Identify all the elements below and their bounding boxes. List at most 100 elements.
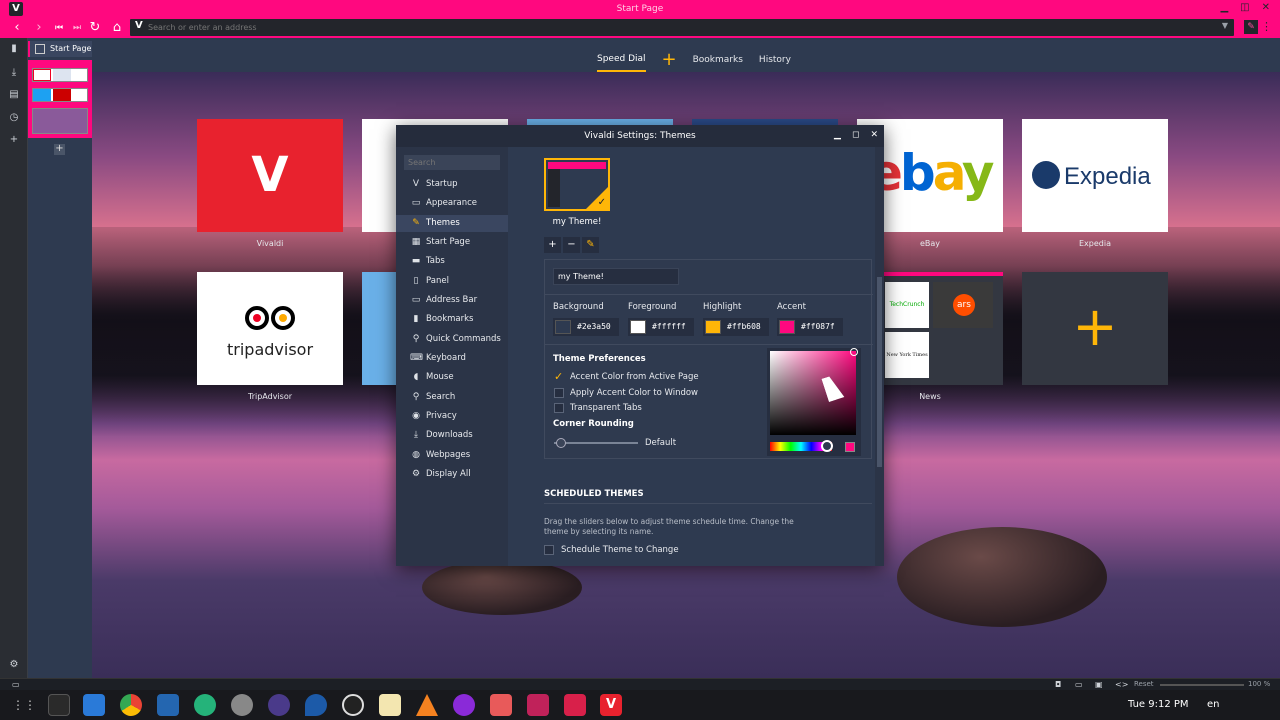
camera-icon[interactable]: ◘ bbox=[1055, 680, 1061, 689]
code-icon[interactable]: <> bbox=[1115, 680, 1128, 689]
sidebar-item-privacy[interactable]: ◉ Privacy bbox=[396, 408, 508, 425]
hue-handle[interactable] bbox=[821, 440, 833, 452]
theme-name-input[interactable] bbox=[553, 268, 679, 285]
extension-icon[interactable]: ✎ bbox=[1244, 20, 1258, 34]
home-icon[interactable]: ⌂ bbox=[108, 19, 126, 37]
foreground-color-field[interactable]: #ffffff bbox=[628, 318, 694, 336]
tab-history[interactable]: History bbox=[759, 55, 791, 65]
slider-handle[interactable] bbox=[556, 438, 566, 448]
sidebar-item-start-page[interactable]: ▦ Start Page bbox=[396, 234, 508, 251]
add-speed-dial-icon[interactable]: + bbox=[662, 51, 677, 69]
sidebar-item-panel[interactable]: ▯ Panel bbox=[396, 273, 508, 290]
sidebar-item-address-bar[interactable]: ▭ Address Bar bbox=[396, 292, 508, 309]
speed-dial-vivaldi[interactable]: V bbox=[197, 119, 343, 232]
settings-search-input[interactable] bbox=[404, 155, 500, 170]
notes-app-icon[interactable] bbox=[379, 694, 401, 716]
minimize-icon[interactable]: ▁ bbox=[1220, 2, 1228, 13]
theme-thumbnail[interactable]: ✓ bbox=[544, 158, 610, 211]
accent-from-page-checkbox[interactable]: ✓ bbox=[554, 371, 564, 382]
background-color-field[interactable]: #2e3a50 bbox=[553, 318, 619, 336]
tiling-icon[interactable]: ▭ bbox=[1075, 680, 1083, 689]
tab-stack-item[interactable] bbox=[32, 108, 88, 134]
chevron-down-icon[interactable]: ▼ bbox=[1222, 21, 1228, 30]
terminal-icon[interactable] bbox=[48, 694, 70, 716]
tab-stack[interactable] bbox=[28, 60, 92, 138]
minimize-icon[interactable]: ▁ bbox=[834, 130, 841, 140]
app-grid-icon[interactable]: ⋮⋮ bbox=[12, 694, 36, 716]
maximize-icon[interactable]: ◫ bbox=[1240, 2, 1249, 13]
accent-color-field[interactable]: #ff087f bbox=[777, 318, 843, 336]
app-icon[interactable] bbox=[527, 694, 549, 716]
accent-to-window-checkbox[interactable] bbox=[554, 388, 564, 398]
site-info-icon[interactable]: V bbox=[135, 20, 143, 31]
edit-theme-button[interactable]: ✎ bbox=[582, 237, 599, 253]
media-player-icon[interactable] bbox=[453, 694, 475, 716]
sidebar-item-webpages[interactable]: ◍ Webpages bbox=[396, 447, 508, 464]
sidebar-item-tabs[interactable]: ▬ Tabs bbox=[396, 253, 508, 270]
sidebar-item-quick-commands[interactable]: ⚲ Quick Commands bbox=[396, 331, 508, 348]
keyboard-layout[interactable]: en bbox=[1207, 699, 1220, 710]
new-tab-button[interactable]: + bbox=[54, 144, 65, 155]
notes-panel-icon[interactable]: ▤ bbox=[7, 88, 21, 102]
spotify-icon[interactable] bbox=[194, 694, 216, 716]
tab-start-page[interactable]: Start Page bbox=[28, 41, 92, 57]
corner-rounding-slider[interactable] bbox=[554, 438, 638, 448]
add-speed-dial-button[interactable]: + bbox=[1022, 272, 1168, 385]
vscode-icon[interactable] bbox=[157, 694, 179, 716]
close-icon[interactable]: ✕ bbox=[1262, 2, 1270, 13]
bookmarks-panel-icon[interactable]: ▮ bbox=[7, 42, 21, 56]
clock[interactable]: Tue 9:12 PM bbox=[1128, 699, 1189, 710]
tab-speed-dial[interactable]: Speed Dial bbox=[597, 54, 646, 72]
fast-forward-icon[interactable]: ⏭ bbox=[68, 19, 86, 37]
zoom-slider[interactable] bbox=[1160, 684, 1244, 686]
sidebar-item-bookmarks[interactable]: ▮ Bookmarks bbox=[396, 311, 508, 328]
obs-icon[interactable] bbox=[342, 694, 364, 716]
sidebar-item-appearance[interactable]: ▭ Appearance bbox=[396, 195, 508, 212]
add-theme-button[interactable]: + bbox=[544, 237, 561, 253]
more-icon[interactable]: ⋮ bbox=[1261, 20, 1272, 33]
add-panel-icon[interactable]: + bbox=[7, 133, 21, 147]
schedule-theme-checkbox[interactable] bbox=[544, 545, 554, 555]
image-icon[interactable]: ▣ bbox=[1095, 680, 1103, 689]
tab-stack-item[interactable] bbox=[32, 68, 88, 82]
sidebar-item-keyboard[interactable]: ⌨ Keyboard bbox=[396, 350, 508, 367]
panel-toggle-icon[interactable]: ▭ bbox=[12, 680, 20, 689]
vivaldi-taskbar-icon[interactable]: V bbox=[600, 694, 622, 716]
transparent-tabs-checkbox[interactable] bbox=[554, 403, 564, 413]
zoom-reset-button[interactable]: Reset bbox=[1134, 680, 1154, 688]
sidebar-item-startup[interactable]: V Startup bbox=[396, 176, 508, 193]
settings-gear-icon[interactable]: ⚙ bbox=[7, 658, 21, 672]
speed-dial-tripadvisor[interactable]: tripadvisor bbox=[197, 272, 343, 385]
sidebar-item-themes[interactable]: ✎ Themes bbox=[396, 215, 508, 232]
highlight-color-field[interactable]: #ffb608 bbox=[703, 318, 769, 336]
downloads-panel-icon[interactable]: ⤓ bbox=[7, 66, 21, 80]
back-icon[interactable]: ‹ bbox=[8, 19, 26, 37]
camera-app-icon[interactable] bbox=[490, 694, 512, 716]
history-panel-icon[interactable]: ◷ bbox=[7, 111, 21, 125]
vlc-icon[interactable] bbox=[416, 694, 438, 716]
files-icon[interactable] bbox=[83, 694, 105, 716]
tab-stack-item[interactable] bbox=[32, 88, 88, 102]
reload-icon[interactable]: ↻ bbox=[86, 19, 104, 37]
rewind-icon[interactable]: ⏮ bbox=[50, 19, 68, 37]
scrollbar-thumb[interactable] bbox=[877, 277, 882, 467]
maximize-icon[interactable]: ◻ bbox=[852, 130, 859, 140]
screen-recorder-icon[interactable] bbox=[564, 694, 586, 716]
tab-bookmarks[interactable]: Bookmarks bbox=[693, 55, 743, 65]
close-icon[interactable]: ✕ bbox=[870, 130, 878, 140]
sidebar-item-downloads[interactable]: ⤓ Downloads bbox=[396, 427, 508, 444]
address-input[interactable] bbox=[148, 21, 1208, 34]
plus-icon: + bbox=[1072, 295, 1118, 358]
sidebar-item-mouse[interactable]: ◖ Mouse bbox=[396, 369, 508, 386]
settings-app-icon[interactable] bbox=[231, 694, 253, 716]
sidebar-item-search[interactable]: ⚲ Search bbox=[396, 389, 508, 406]
forward-icon[interactable]: › bbox=[30, 19, 48, 37]
content-scrollbar[interactable] bbox=[875, 147, 884, 566]
chrome-icon[interactable] bbox=[120, 694, 142, 716]
sidebar-item-display-all[interactable]: ⚙ Display All bbox=[396, 466, 508, 483]
remove-theme-button[interactable]: − bbox=[563, 237, 580, 253]
color-handle[interactable] bbox=[850, 348, 858, 356]
droplet-icon[interactable] bbox=[305, 694, 327, 716]
speed-dial-expedia[interactable]: Expedia bbox=[1022, 119, 1168, 232]
app-icon[interactable] bbox=[268, 694, 290, 716]
